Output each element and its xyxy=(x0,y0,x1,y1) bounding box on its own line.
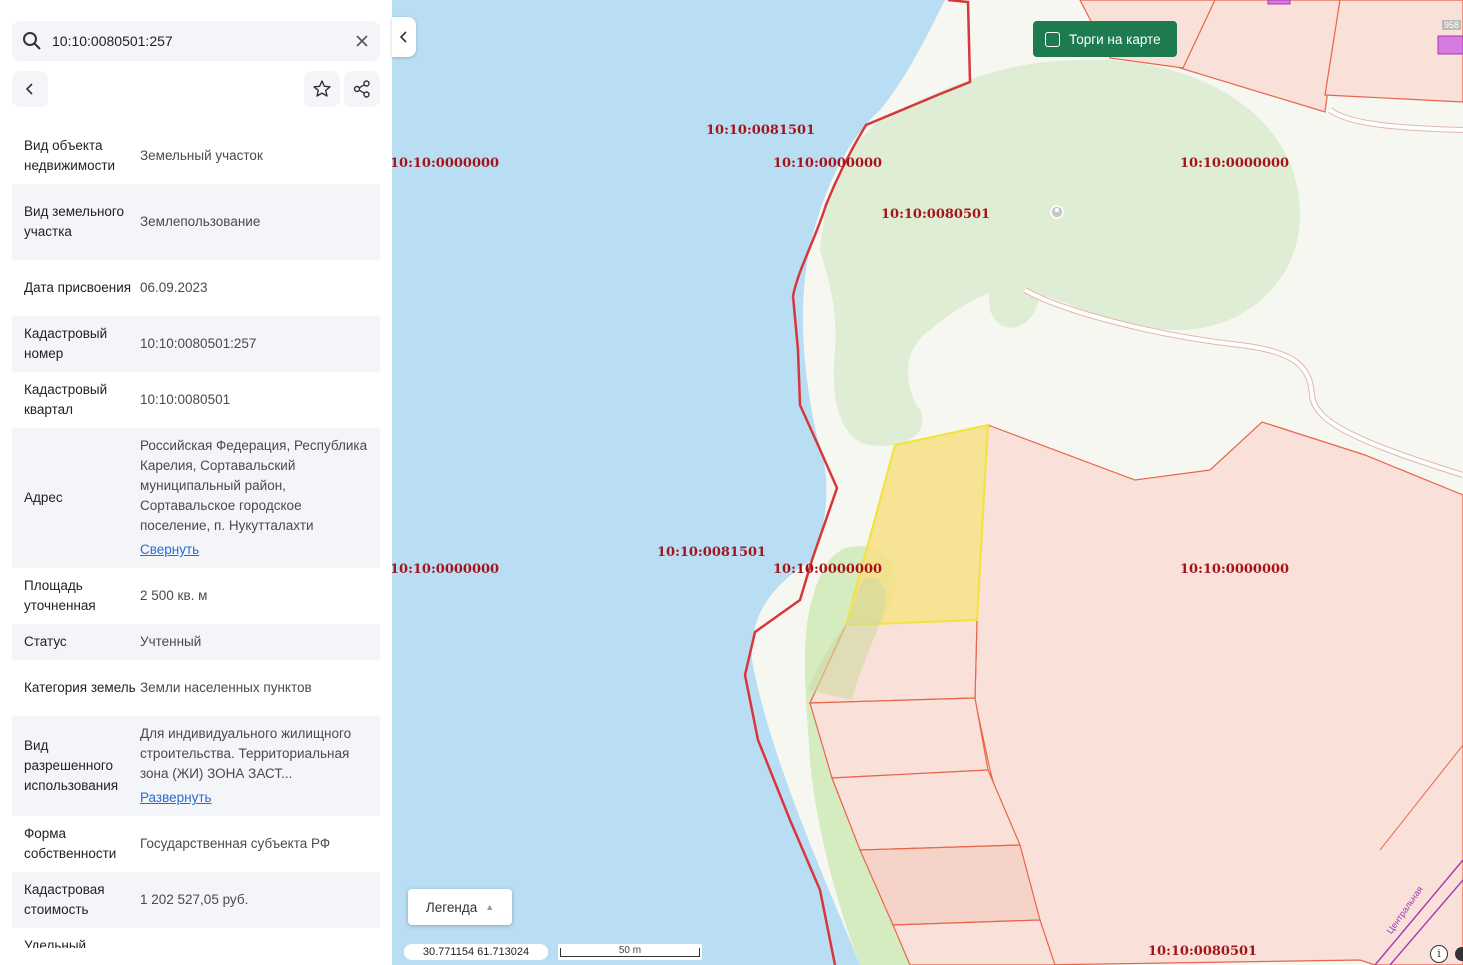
favorite-button[interactable] xyxy=(304,71,340,107)
map-label: 10:10:0000000 xyxy=(773,156,883,171)
expand-link[interactable]: Развернуть xyxy=(140,788,368,808)
detail-label: Статус xyxy=(24,634,67,649)
detail-label: Вид земельного участка xyxy=(24,204,125,239)
detail-value: 2 500 кв. м xyxy=(140,588,208,603)
detail-value-wrap: Для индивидуального жилищного строительс… xyxy=(140,724,368,808)
parcel[interactable] xyxy=(831,769,1021,851)
detail-row-ownership: Форма собственности Государственная субъ… xyxy=(12,816,380,872)
collapse-link[interactable]: Свернуть xyxy=(140,540,368,560)
map-label: 10:10:0000000 xyxy=(1180,562,1290,577)
map-label: 10:10:0000000 xyxy=(392,156,500,171)
scale-bar: 50 m xyxy=(558,944,702,960)
detail-label: Вид объекта недвижимости xyxy=(24,138,116,173)
detail-row-land-category: Категория земель Земли населенных пункто… xyxy=(12,660,380,716)
legend-button[interactable]: Легенда ▲ xyxy=(408,889,512,925)
longitude: 30.771154 xyxy=(422,946,475,958)
detail-value: Учтенный xyxy=(140,634,202,649)
detail-label: Вид разрешенного использования xyxy=(24,738,119,793)
parcel-purple[interactable] xyxy=(1267,0,1291,5)
detail-label: Дата присвоения xyxy=(24,280,132,295)
map-control-dot[interactable] xyxy=(1455,947,1463,961)
detail-value: 10:10:0080501:257 xyxy=(140,336,257,351)
chevron-up-icon: ▲ xyxy=(485,902,495,912)
detail-value: Для индивидуального жилищного строительс… xyxy=(140,726,352,781)
search-icon xyxy=(23,32,41,50)
detail-value: Российская Федерация, Республика Карелия… xyxy=(140,438,368,533)
parcel[interactable] xyxy=(809,697,989,779)
parcel-purple[interactable] xyxy=(1437,35,1463,55)
map-label: 10:10:0000000 xyxy=(1180,156,1290,171)
detail-row-address: Адрес Российская Федерация, Республика К… xyxy=(12,428,380,568)
property-details: Вид объекта недвижимости Земельный участ… xyxy=(12,128,380,948)
search-bar[interactable]: 10:10:0080501:257 xyxy=(12,21,380,61)
detail-value: 10:10:0080501 xyxy=(140,392,231,407)
checkbox[interactable] xyxy=(1045,31,1060,47)
back-button[interactable] xyxy=(12,71,48,107)
corner-label: 958 xyxy=(1442,20,1462,30)
auction-toggle-button[interactable]: Торги на карте xyxy=(1033,21,1177,57)
detail-value: Государственная субъекта РФ xyxy=(140,836,331,851)
search-input[interactable]: 10:10:0080501:257 xyxy=(52,33,173,49)
detail-value: Земли населенных пунктов xyxy=(140,680,312,695)
share-button[interactable] xyxy=(344,71,380,107)
detail-label: Площадь уточненная xyxy=(24,578,96,613)
chevron-left-icon xyxy=(25,83,33,95)
latitude: 61.713024 xyxy=(477,946,530,958)
detail-label: Форма собственности xyxy=(24,826,117,861)
detail-row-status: Статус Учтенный xyxy=(12,624,380,660)
info-panel: 10:10:0080501:257 Вид объекта недвижимос… xyxy=(0,0,392,965)
parcel[interactable] xyxy=(892,919,1056,965)
detail-row-area: Площадь уточненная 2 500 кв. м xyxy=(12,568,380,624)
share-icon xyxy=(353,80,370,98)
detail-row-land-type: Вид земельного участка Землепользование xyxy=(12,184,380,260)
detail-row-object-type: Вид объекта недвижимости Земельный участ… xyxy=(12,128,380,184)
map-label: 10:10:0080501 xyxy=(881,207,991,222)
detail-label: Категория земель xyxy=(24,680,136,695)
detail-value: 06.09.2023 xyxy=(140,280,208,295)
poi-icon-dot xyxy=(1055,208,1059,212)
detail-value: 1 202 527,05 руб. xyxy=(140,892,249,907)
info-button[interactable]: i xyxy=(1430,945,1448,963)
coordinates-readout: 30.771154 61.713024 xyxy=(404,944,548,960)
detail-row-cadastral-number: Кадастровый номер 10:10:0080501:257 xyxy=(12,316,380,372)
star-icon xyxy=(313,80,331,97)
detail-row-cadastral-quarter: Кадастровый квартал 10:10:0080501 xyxy=(12,372,380,428)
map-view[interactable]: 10:10:0081501 10:10:0000000 10:10:000000… xyxy=(392,0,1463,965)
auction-toggle-label: Торги на карте xyxy=(1069,31,1161,47)
close-icon[interactable] xyxy=(352,31,372,51)
detail-row-specific: Удельный xyxy=(12,928,380,948)
scale-line xyxy=(560,948,700,957)
detail-label: Адрес xyxy=(24,490,63,505)
detail-value-wrap: Российская Федерация, Республика Карелия… xyxy=(140,436,368,560)
map-label: 10:10:0081501 xyxy=(657,545,767,560)
detail-label: Кадастровая стоимость xyxy=(24,882,105,917)
collapse-panel-button[interactable] xyxy=(392,17,416,57)
detail-row-date: Дата присвоения 06.09.2023 xyxy=(12,260,380,316)
parcel-large[interactable] xyxy=(974,421,1463,965)
detail-label: Удельный xyxy=(24,938,87,948)
detail-row-cadastral-cost: Кадастровая стоимость 1 202 527,05 руб. xyxy=(12,872,380,928)
map-label: 10:10:0080501 xyxy=(1148,944,1258,959)
detail-value: Земельный участок xyxy=(140,148,263,163)
chevron-left-icon xyxy=(399,31,407,43)
map-label: 10:10:0000000 xyxy=(392,562,500,577)
map-canvas[interactable] xyxy=(392,0,1463,965)
detail-value: Землепользование xyxy=(140,214,261,229)
legend-label: Легенда xyxy=(425,899,478,915)
detail-label: Кадастровый номер xyxy=(24,326,108,361)
detail-row-permitted-use: Вид разрешенного использования Для индив… xyxy=(12,716,380,816)
map-label: 10:10:0081501 xyxy=(706,123,816,138)
detail-label: Кадастровый квартал xyxy=(24,382,108,417)
map-label: 10:10:0000000 xyxy=(773,562,883,577)
